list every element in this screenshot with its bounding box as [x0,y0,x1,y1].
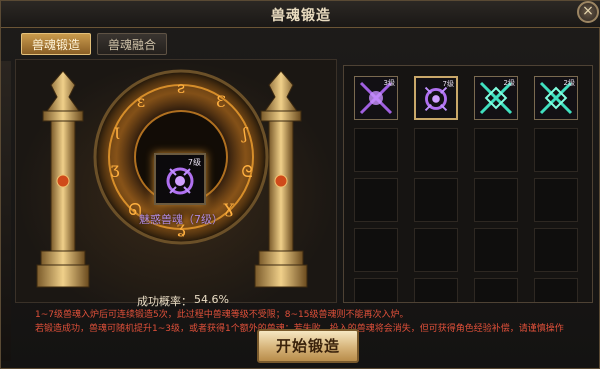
inventory-slot-empty[interactable] [534,128,578,172]
inventory-slot-empty[interactable] [534,228,578,272]
item-level-badge: 7级 [187,158,201,167]
svg-text:ɛ: ɛ [137,92,145,111]
forge-item-name: 魅惑兽魂（7级） [139,213,223,226]
success-rate-value: 54.6% [194,293,229,306]
slot-level-badge: 2级 [503,79,515,87]
inventory-slot-empty[interactable] [474,178,518,222]
start-forge-button[interactable]: 开始锻造 [257,329,359,363]
inventory-slot-empty[interactable] [414,178,458,222]
inventory-slot-empty[interactable] [474,228,518,272]
inventory-slot-empty[interactable] [474,128,518,172]
inventory-slot-empty[interactable] [414,128,458,172]
title-bar: 兽魂锻造 × [1,1,600,28]
beast-soul-inventory-grid: 3级 7级 2级 2级 [343,65,593,303]
slot-level-badge: 7级 [442,80,454,88]
inventory-slot-empty[interactable] [534,278,578,302]
svg-text:Ɛ: Ɛ [216,92,226,111]
inventory-slot-empty[interactable] [474,278,518,302]
left-edge-decoration [1,61,11,361]
tab-beast-soul-forge[interactable]: 兽魂锻造 [21,33,91,55]
inventory-slot[interactable]: 2级 [534,76,578,120]
inventory-slot-empty[interactable] [354,228,398,272]
inventory-slot[interactable]: 7级 [414,76,458,120]
forge-item-slot[interactable]: 7级 [154,153,206,205]
slot-level-badge: 3级 [383,79,395,87]
inventory-slot[interactable]: 2级 [474,76,518,120]
svg-text:ƨ: ƨ [177,78,185,97]
window-title: 兽魂锻造 [271,8,331,24]
inventory-slot[interactable]: 3级 [354,76,398,120]
inventory-slot-empty[interactable] [534,178,578,222]
left-pillar-decoration [36,71,90,288]
svg-text:ᘓ: ᘓ [241,162,252,181]
inventory-slot-empty[interactable] [414,278,458,302]
forge-window: 兽魂锻造 × 兽魂锻造 兽魂融合 ƨ Ɛ ʃ ᘓ Ɣ ʓ ᘏ Ʒ Ɩ ɛ 7级 … [0,0,600,369]
close-button[interactable]: × [577,1,599,23]
inventory-slot-empty[interactable] [354,178,398,222]
slot-level-badge: 2级 [563,79,575,87]
forge-rule-note-1: 1~7级兽魂入炉后可连续锻造5次，此过程中兽魂等级不受限；8~15级兽魂则不能再… [35,310,409,320]
inventory-slot-empty[interactable] [414,228,458,272]
svg-text:Ɩ: Ɩ [114,124,120,143]
inventory-slot-empty[interactable] [354,128,398,172]
svg-text:Ʒ: Ʒ [110,162,119,181]
tab-beast-soul-fusion[interactable]: 兽魂融合 [97,33,167,55]
inventory-slot-empty[interactable] [354,278,398,302]
